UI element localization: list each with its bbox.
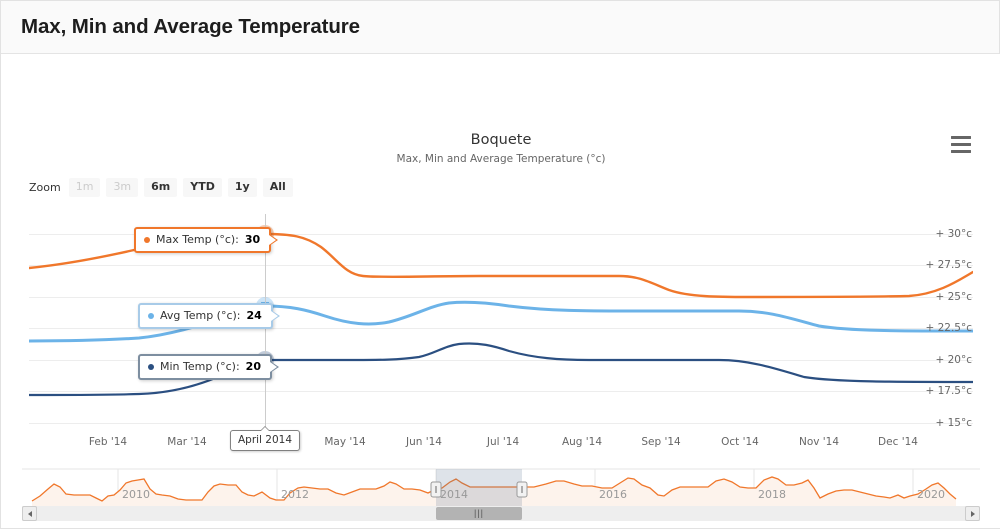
series-marker-icon bbox=[148, 363, 154, 370]
range-button-ytd[interactable]: YTD bbox=[183, 178, 222, 197]
navigator-scrollbar[interactable]: ||| bbox=[22, 506, 980, 521]
y-tick-label: + 27.5°c bbox=[925, 259, 972, 271]
series-marker-icon bbox=[148, 312, 154, 319]
hamburger-bar bbox=[951, 135, 971, 139]
scrollbar-thumb[interactable]: ||| bbox=[436, 507, 522, 520]
arrow-right-icon bbox=[970, 510, 975, 517]
y-tick-label: + 20°c bbox=[935, 354, 972, 366]
hamburger-bar bbox=[951, 149, 971, 153]
page-title: Max, Min and Average Temperature bbox=[21, 15, 360, 38]
range-button-3m: 3m bbox=[106, 178, 139, 197]
tooltip-min-temp: Min Temp (°c): 20 bbox=[138, 354, 279, 380]
tooltip-value: 20 bbox=[245, 360, 261, 373]
x-tick-label: Dec '14 bbox=[878, 436, 918, 448]
scrollbar-grip-icon: ||| bbox=[473, 508, 484, 518]
tooltip-label: Min Temp (°c): bbox=[160, 360, 240, 373]
x-axis: Feb '14 Mar '14 May '14 Jun '14 Jul '14 … bbox=[1, 436, 1000, 456]
hamburger-bar bbox=[951, 142, 971, 146]
chart-subtitle: Max, Min and Average Temperature (°c) bbox=[396, 153, 606, 165]
page-header: Max, Min and Average Temperature bbox=[1, 1, 999, 54]
range-button-1y[interactable]: 1y bbox=[227, 178, 257, 197]
chart-title: Boquete bbox=[470, 132, 532, 148]
y-axis: + 30°c + 27.5°c + 25°c + 22.5°c + 20°c +… bbox=[919, 214, 999, 434]
navigator-year-label: 2012 bbox=[281, 488, 309, 501]
x-tick-label: Jul '14 bbox=[486, 436, 520, 448]
y-tick-label: + 17.5°c bbox=[925, 385, 972, 397]
x-tick-label: Aug '14 bbox=[561, 436, 603, 448]
arrow-left-icon bbox=[27, 510, 32, 517]
range-button-all[interactable]: All bbox=[262, 178, 293, 197]
y-tick-label: + 22.5°c bbox=[925, 322, 972, 334]
chart-container: Boquete Max, Min and Average Temperature… bbox=[1, 54, 1000, 528]
y-tick-label: + 15°c bbox=[935, 417, 972, 429]
x-crosshair-label: April 2014 bbox=[229, 426, 301, 451]
range-button-1m: 1m bbox=[68, 178, 101, 197]
range-selector: Zoom 1m 3m 6m YTD 1y All bbox=[29, 178, 293, 197]
tooltip-value: 24 bbox=[246, 309, 262, 322]
chart-page: Max, Min and Average Temperature Boquete… bbox=[0, 0, 1000, 529]
navigator-year-label: 2016 bbox=[599, 488, 627, 501]
scroll-left-button[interactable] bbox=[22, 506, 37, 521]
zoom-label: Zoom bbox=[29, 180, 61, 194]
navigator-year-label: 2020 bbox=[917, 488, 945, 501]
series-marker-icon bbox=[144, 236, 150, 243]
y-tick-label: + 25°c bbox=[935, 291, 972, 303]
hamburger-menu-icon[interactable] bbox=[951, 133, 975, 155]
tooltip-max-temp: Max Temp (°c): 30 bbox=[134, 227, 279, 253]
navigator-year-label: 2014 bbox=[440, 488, 468, 501]
scroll-right-button[interactable] bbox=[965, 506, 980, 521]
x-tick-label: Oct '14 bbox=[721, 436, 759, 448]
tooltip-label: Avg Temp (°c): bbox=[160, 309, 241, 322]
y-tick-label: + 30°c bbox=[935, 228, 972, 240]
navigator-year-label: 2018 bbox=[758, 488, 786, 501]
x-tick-label: Feb '14 bbox=[88, 436, 128, 448]
tooltip-label: Max Temp (°c): bbox=[156, 233, 239, 246]
x-tick-label: Mar '14 bbox=[167, 436, 207, 448]
x-tick-label: May '14 bbox=[324, 436, 366, 448]
x-tick-label: Sep '14 bbox=[641, 436, 681, 448]
navigator-year-label: 2010 bbox=[122, 488, 150, 501]
x-tick-label: Nov '14 bbox=[798, 436, 840, 448]
navigator-axis: 2010 2012 2014 2016 2018 2020 bbox=[22, 488, 980, 506]
tooltip-value: 30 bbox=[244, 233, 261, 246]
x-tick-label: Jun '14 bbox=[406, 436, 442, 448]
range-button-6m[interactable]: 6m bbox=[144, 178, 178, 197]
tooltip-avg-temp: Avg Temp (°c): 24 bbox=[138, 303, 280, 329]
